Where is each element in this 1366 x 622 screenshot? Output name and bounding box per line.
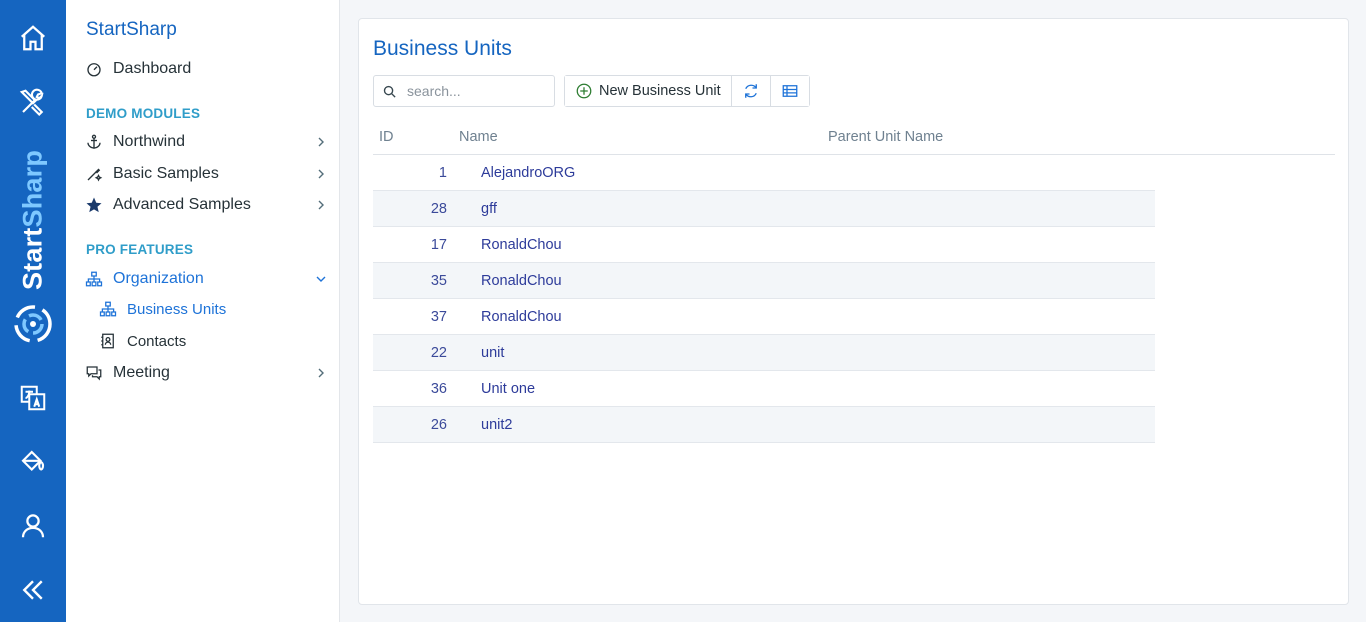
refresh-icon <box>744 84 757 98</box>
chevron-right-icon <box>318 368 324 378</box>
icon-rail: StartSharp <box>0 0 66 622</box>
sidebar-item-label: Northwind <box>113 133 186 150</box>
table-row[interactable]: 17 RonaldChou <box>373 227 1155 263</box>
sidebar-title: StartSharp <box>86 19 177 40</box>
table-row[interactable]: 28 gff <box>373 191 1155 227</box>
sidebar-item-advanced-samples[interactable]: Advanced Samples <box>84 192 327 218</box>
table-columns-icon <box>782 85 798 97</box>
sidebar-item-label: Basic Samples <box>113 165 219 182</box>
cell-name-link[interactable]: AlejandroORG <box>481 165 575 181</box>
cell-id: 28 <box>430 201 447 217</box>
refresh-button[interactable] <box>731 76 771 106</box>
section-pro-features: PRO FEATURES <box>86 242 194 257</box>
column-header-name[interactable]: Name <box>459 129 498 145</box>
cell-name-link[interactable]: unit2 <box>481 417 512 433</box>
home-icon[interactable] <box>0 16 66 60</box>
cell-name-link[interactable]: RonaldChou <box>481 273 562 289</box>
sidebar-item-dashboard[interactable]: Dashboard <box>84 56 327 82</box>
cell-id: 17 <box>430 237 447 253</box>
cell-id: 37 <box>430 309 447 325</box>
sidebar-item-label: Meeting <box>113 364 170 381</box>
sidebar-item-label: Contacts <box>127 332 187 350</box>
cell-id: 26 <box>430 417 447 433</box>
sidebar-item-organization[interactable]: Organization <box>84 266 327 292</box>
table-row[interactable]: 35 RonaldChou <box>373 263 1155 299</box>
toolbar: New Business Unit <box>373 75 810 107</box>
sidebar-item-northwind[interactable]: Northwind <box>84 129 327 155</box>
chevron-right-icon <box>318 169 324 179</box>
search-box <box>373 75 555 107</box>
grid-header: ID Name Parent Unit Name <box>373 119 1335 155</box>
sidebar-item-label: Business Units <box>127 300 227 318</box>
cell-id: 1 <box>438 165 447 181</box>
sidebar-item-label: Dashboard <box>113 60 192 77</box>
org-chart-icon <box>98 299 118 319</box>
business-units-grid: ID Name Parent Unit Name 1 AlejandroORG … <box>373 119 1335 443</box>
new-button-label: New Business Unit <box>599 83 721 99</box>
contact-card-icon <box>98 331 118 351</box>
cell-name-link[interactable]: unit <box>481 345 504 361</box>
search-icon <box>383 85 396 98</box>
table-row[interactable]: 36 Unit one <box>373 371 1155 407</box>
section-demo-modules: DEMO MODULES <box>86 106 201 121</box>
sidebar-item-label: Advanced Samples <box>113 196 251 213</box>
sidebar-item-basic-samples[interactable]: Basic Samples <box>84 161 327 187</box>
translate-icon[interactable] <box>0 376 66 420</box>
table-row[interactable]: 26 unit2 <box>373 407 1155 443</box>
table-row[interactable]: 37 RonaldChou <box>373 299 1155 335</box>
logo-icon <box>14 305 52 343</box>
brand-vertical: StartSharp <box>0 140 66 350</box>
cell-id: 35 <box>430 273 447 289</box>
collapse-icon[interactable] <box>0 568 66 612</box>
toolbar-button-group: New Business Unit <box>564 75 810 107</box>
add-circle-icon <box>576 83 592 99</box>
cell-id: 22 <box>430 345 447 361</box>
wand-icon <box>84 164 104 184</box>
main-panel: Business Units New Business Unit ID Name… <box>358 18 1349 605</box>
org-chart-icon <box>84 269 104 289</box>
table-row[interactable]: 22 unit <box>373 335 1155 371</box>
table-row[interactable]: 1 AlejandroORG <box>373 155 1155 191</box>
cell-name-link[interactable]: RonaldChou <box>481 309 562 325</box>
cell-name-link[interactable]: RonaldChou <box>481 237 562 253</box>
cell-name-link[interactable]: gff <box>481 201 497 217</box>
user-icon[interactable] <box>0 504 66 548</box>
column-header-parent[interactable]: Parent Unit Name <box>828 129 943 145</box>
sidebar: StartSharp Dashboard DEMO MODULES Northw… <box>66 0 340 622</box>
chat-icon <box>84 363 104 383</box>
sidebar-item-business-units[interactable]: Business Units <box>98 296 327 322</box>
star-icon <box>84 195 104 215</box>
tools-icon[interactable] <box>0 80 66 124</box>
page-title: Business Units <box>373 37 512 60</box>
sidebar-item-label: Organization <box>113 270 204 287</box>
column-header-id[interactable]: ID <box>379 129 394 145</box>
new-business-unit-button[interactable]: New Business Unit <box>565 76 732 106</box>
chevron-right-icon <box>318 137 324 147</box>
sidebar-item-meeting[interactable]: Meeting <box>84 360 327 386</box>
chevron-right-icon <box>318 200 324 210</box>
anchor-icon <box>84 132 104 152</box>
sidebar-item-contacts[interactable]: Contacts <box>98 328 327 354</box>
brand-sharp-text: Sharp <box>17 149 48 228</box>
column-picker-button[interactable] <box>770 76 809 106</box>
theme-icon[interactable] <box>0 440 66 484</box>
dashboard-icon <box>84 59 104 79</box>
brand-start-text: Start <box>17 227 48 291</box>
chevron-down-icon <box>316 276 326 282</box>
cell-name-link[interactable]: Unit one <box>481 381 535 397</box>
cell-id: 36 <box>430 381 447 397</box>
search-input[interactable] <box>407 83 547 99</box>
